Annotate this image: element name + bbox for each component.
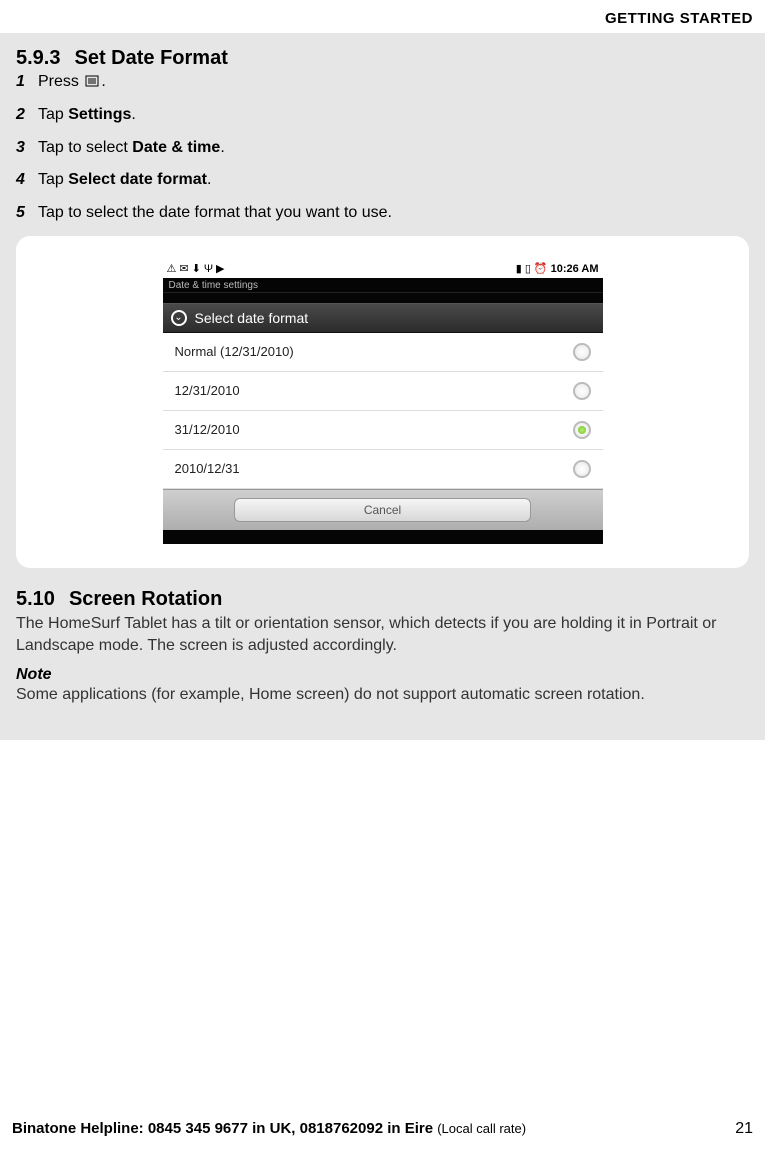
note-label: Note xyxy=(16,666,749,684)
date-format-option[interactable]: 2010/12/31 xyxy=(163,450,603,489)
date-format-option[interactable]: Normal (12/31/2010) xyxy=(163,333,603,372)
dialog-title: Select date format xyxy=(195,310,309,326)
section-title: Screen Rotation xyxy=(69,588,222,610)
date-format-option[interactable]: 31/12/2010 xyxy=(163,411,603,450)
page-footer: Binatone Helpline: 0845 345 9677 in UK, … xyxy=(0,1120,765,1138)
step-text: Tap to select Date & time. xyxy=(38,138,749,159)
radio-icon xyxy=(573,382,591,400)
cancel-button[interactable]: Cancel xyxy=(234,498,531,522)
section-screen-rotation: 5.10 Screen Rotation The HomeSurf Tablet … xyxy=(16,588,749,706)
radio-icon-selected xyxy=(573,421,591,439)
play-icon: ▶ xyxy=(216,262,224,275)
dialog-footer: Cancel xyxy=(163,489,603,530)
status-time: 10:26 AM xyxy=(551,263,599,275)
step-number: 2 xyxy=(16,105,38,126)
main-content: 5.9.3 Set Date Format 1 Press . 2 Tap Set… xyxy=(0,33,765,740)
sd-icon: ▯ xyxy=(525,262,531,275)
chat-icon: ✉ xyxy=(179,262,188,275)
option-label: Normal (12/31/2010) xyxy=(175,344,294,359)
page-header: GETTING STARTED xyxy=(0,0,765,33)
step-number: 5 xyxy=(16,203,38,224)
warning-icon: ⚠ xyxy=(167,262,177,275)
step-number: 1 xyxy=(16,72,38,93)
screenshot-frame: ⚠ ✉ ⬇ Ψ ▶ ▮ ▯ ⏰ 10:26 AM Date & time set… xyxy=(16,236,749,568)
step-number: 3 xyxy=(16,138,38,159)
date-format-option[interactable]: 12/31/2010 xyxy=(163,372,603,411)
dialog-header: ⌄ Select date format xyxy=(163,303,603,333)
device-screenshot: ⚠ ✉ ⬇ Ψ ▶ ▮ ▯ ⏰ 10:26 AM Date & time set… xyxy=(163,260,603,544)
note-body: Some applications (for example, Home scr… xyxy=(16,684,749,706)
section-number: 5.9.3 xyxy=(16,47,60,69)
radio-icon xyxy=(573,343,591,361)
option-label: 12/31/2010 xyxy=(175,383,240,398)
step-text: Tap Settings. xyxy=(38,105,749,126)
step-text: Press . xyxy=(38,72,749,93)
step-item: 1 Press . xyxy=(16,72,749,93)
usb-icon: Ψ xyxy=(204,263,213,275)
footer-helpline: Binatone Helpline: 0845 345 9677 in UK, … xyxy=(12,1120,526,1138)
alarm-icon: ⏰ xyxy=(534,262,548,275)
chevron-down-icon: ⌄ xyxy=(171,310,187,326)
download-icon: ⬇ xyxy=(192,262,201,275)
section-heading-rotation: 5.10 Screen Rotation xyxy=(16,588,749,611)
step-number: 4 xyxy=(16,170,38,191)
step-item: 3 Tap to select Date & time. xyxy=(16,138,749,159)
option-label: 2010/12/31 xyxy=(175,461,240,476)
status-left-icons: ⚠ ✉ ⬇ Ψ ▶ xyxy=(167,262,225,275)
menu-icon xyxy=(85,75,99,87)
section-number: 5.10 xyxy=(16,588,55,610)
body-text: The HomeSurf Tablet has a tilt or orient… xyxy=(16,613,749,656)
status-bar: ⚠ ✉ ⬇ Ψ ▶ ▮ ▯ ⏰ 10:26 AM xyxy=(163,260,603,278)
step-item: 2 Tap Settings. xyxy=(16,105,749,126)
screen-subtitle: Date & time settings xyxy=(163,278,603,293)
radio-icon xyxy=(573,460,591,478)
page-number: 21 xyxy=(735,1120,753,1138)
battery-icon: ▮ xyxy=(516,262,522,275)
step-item: 4 Tap Select date format. xyxy=(16,170,749,191)
step-text: Tap to select the date format that you w… xyxy=(38,203,749,224)
options-list: Normal (12/31/2010) 12/31/2010 31/12/201… xyxy=(163,333,603,489)
status-right-icons: ▮ ▯ ⏰ 10:26 AM xyxy=(516,262,599,275)
step-item: 5 Tap to select the date format that you… xyxy=(16,203,749,224)
step-text: Tap Select date format. xyxy=(38,170,749,191)
section-heading-date-format: 5.9.3 Set Date Format xyxy=(16,47,749,70)
option-label: 31/12/2010 xyxy=(175,422,240,437)
section-title: Set Date Format xyxy=(74,47,227,69)
steps-list: 1 Press . 2 Tap Settings. 3 Tap to selec… xyxy=(16,72,749,224)
